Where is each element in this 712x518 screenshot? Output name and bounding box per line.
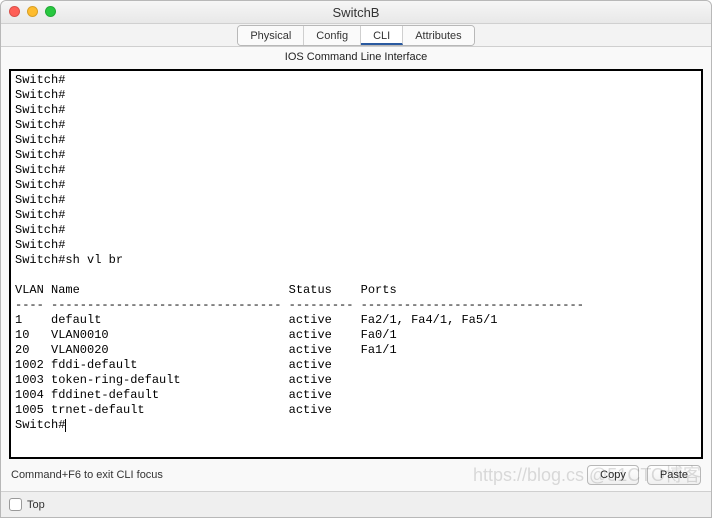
- term-row: 20 VLAN0020 active Fa1/1: [15, 343, 397, 357]
- term-line: Switch#: [15, 118, 65, 132]
- top-checkbox[interactable]: [9, 498, 22, 511]
- term-line: Switch#: [15, 88, 65, 102]
- term-line: Switch#: [15, 163, 65, 177]
- main-area: Switch# Switch# Switch# Switch# Switch# …: [1, 65, 711, 491]
- term-row: 1005 trnet-default active: [15, 403, 361, 417]
- term-header: VLAN Name Status Ports: [15, 283, 397, 297]
- tab-cli[interactable]: CLI: [361, 26, 403, 45]
- zoom-icon[interactable]: [45, 6, 56, 17]
- term-line: Switch#: [15, 208, 65, 222]
- term-line: Switch#: [15, 193, 65, 207]
- tab-physical[interactable]: Physical: [238, 26, 304, 45]
- term-row: 1004 fddinet-default active: [15, 388, 361, 402]
- close-icon[interactable]: [9, 6, 20, 17]
- term-line: Switch#: [15, 238, 65, 252]
- traffic-lights: [9, 6, 56, 17]
- term-command: Switch#sh vl br: [15, 253, 123, 267]
- cli-focus-hint: Command+F6 to exit CLI focus: [11, 469, 163, 481]
- text-cursor-icon: [65, 419, 66, 432]
- term-divider: ---- -------------------------------- --…: [15, 298, 584, 312]
- term-row: 1003 token-ring-default active: [15, 373, 361, 387]
- footer-bar: Top: [1, 491, 711, 517]
- titlebar: SwitchB: [1, 1, 711, 24]
- term-line: Switch#: [15, 223, 65, 237]
- term-final-prompt: Switch#: [15, 418, 65, 432]
- term-row: 1 default active Fa2/1, Fa4/1, Fa5/1: [15, 313, 497, 327]
- cli-sublabel: IOS Command Line Interface: [1, 47, 711, 65]
- window-title: SwitchB: [333, 5, 380, 20]
- term-line: Switch#: [15, 103, 65, 117]
- paste-button[interactable]: Paste: [647, 465, 701, 485]
- cli-terminal[interactable]: Switch# Switch# Switch# Switch# Switch# …: [9, 69, 703, 459]
- tabs-group: Physical Config CLI Attributes: [237, 25, 474, 46]
- term-line: Switch#: [15, 73, 65, 87]
- copy-button[interactable]: Copy: [587, 465, 639, 485]
- top-checkbox-label: Top: [27, 499, 45, 511]
- app-window: SwitchB Physical Config CLI Attributes I…: [0, 0, 712, 518]
- term-line: Switch#: [15, 148, 65, 162]
- term-line: Switch#: [15, 133, 65, 147]
- tab-config[interactable]: Config: [304, 26, 361, 45]
- tab-bar: Physical Config CLI Attributes: [1, 24, 711, 47]
- minimize-icon[interactable]: [27, 6, 38, 17]
- term-line: Switch#: [15, 178, 65, 192]
- button-row: Copy Paste: [587, 465, 701, 485]
- term-row: 1002 fddi-default active: [15, 358, 361, 372]
- tab-attributes[interactable]: Attributes: [403, 26, 473, 45]
- below-terminal-bar: Command+F6 to exit CLI focus Copy Paste: [9, 459, 703, 491]
- term-row: 10 VLAN0010 active Fa0/1: [15, 328, 397, 342]
